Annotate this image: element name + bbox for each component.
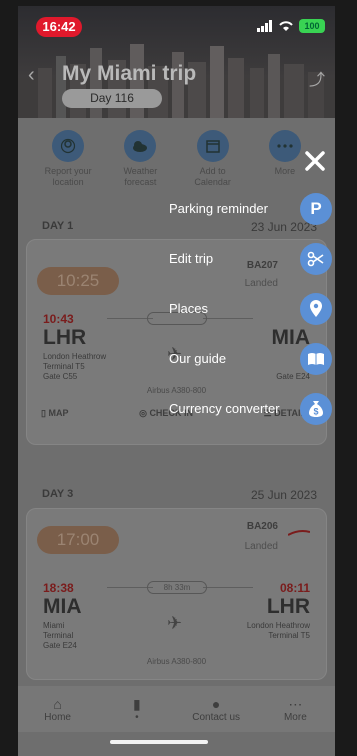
signal-icon: [257, 20, 272, 32]
menu-item-currency-converter[interactable]: Currency converter $: [0, 393, 357, 425]
close-icon: [305, 151, 325, 171]
book-icon: [300, 343, 332, 375]
flight-status: Landed: [244, 541, 278, 552]
back-chevron-icon[interactable]: ‹: [28, 64, 35, 87]
tab-label: Contact us: [192, 711, 241, 723]
location-report-icon: [52, 130, 85, 162]
flight-status: Landed: [244, 278, 278, 289]
menu-item-label: Our guide: [169, 351, 227, 366]
menu-item-label: Edit trip: [169, 251, 214, 266]
status-bar: 16:42 100: [18, 6, 335, 37]
day-3-date: 25 Jun 2023: [250, 488, 317, 502]
departure-time-pill: 17:00: [37, 526, 119, 554]
menu-item-parking-reminder[interactable]: Parking reminder P: [0, 193, 357, 225]
departure-airport-code: MIA: [43, 595, 82, 618]
trip-title: My Miami trip: [62, 62, 197, 85]
action-label: Weather forecast: [123, 166, 158, 187]
clock: 16:42: [36, 17, 82, 37]
trip-header: 16:42 100 ‹ My Miami trip ⤴ Day 116: [18, 6, 335, 118]
departure-airport-info: Miami Terminal Gate E24: [43, 621, 77, 651]
share-icon[interactable]: ⤴: [309, 66, 325, 90]
home-icon: ⌂: [53, 695, 62, 712]
arrival-airport-name: London Heathrow: [246, 621, 310, 630]
more-icon: ⋯: [288, 695, 303, 712]
calendar-icon: [196, 130, 229, 162]
actual-departure-time: 18:38: [43, 581, 74, 595]
route-line: [203, 587, 253, 588]
flight-card-2[interactable]: 17:00 BA206 Landed 18:38 08:11 8h 33m MI…: [26, 508, 327, 680]
money-bag-icon: $: [300, 393, 332, 425]
close-menu-button[interactable]: [299, 145, 331, 177]
active-tab-dot: •: [135, 711, 139, 723]
bottom-tab-bar: ⌂ Home ▮ • ● Contact us ⋯ More: [18, 686, 335, 732]
tab-trips[interactable]: ▮ •: [102, 696, 172, 723]
location-pin-icon: [300, 293, 332, 325]
parking-icon: P: [300, 193, 332, 225]
departure-gate: Gate E24: [43, 641, 77, 650]
action-label: Add to Calendar: [194, 166, 231, 187]
airline-logo-icon: [288, 530, 310, 536]
svg-text:$: $: [313, 407, 318, 417]
aircraft-type: Airbus A380-800: [146, 657, 207, 666]
menu-item-label: Parking reminder: [169, 201, 268, 216]
wifi-icon: [279, 21, 293, 31]
tab-label: Home: [44, 711, 71, 723]
actual-arrival-time: 08:11: [279, 581, 310, 595]
menu-item-our-guide[interactable]: Our guide: [0, 343, 357, 375]
departure-airport-name: Miami: [43, 621, 65, 630]
tab-contact[interactable]: ● Contact us: [181, 696, 251, 723]
scissors-icon: [300, 243, 332, 275]
flight-number: BA206: [246, 521, 278, 532]
duration-pill: 8h 33m: [147, 581, 207, 594]
menu-item-edit-trip[interactable]: Edit trip: [0, 243, 357, 275]
more-icon: [268, 130, 301, 162]
battery-indicator: 100: [299, 19, 325, 33]
menu-item-places[interactable]: Places: [0, 293, 357, 325]
arrival-terminal: Terminal T5: [268, 631, 310, 640]
weather-icon: [124, 130, 157, 162]
day-counter-badge: Day 116: [62, 89, 162, 108]
tab-home[interactable]: ⌂ Home: [23, 696, 93, 723]
airplane-icon: ✈: [167, 613, 183, 633]
arrival-airport-info: London Heathrow Terminal T5: [247, 621, 310, 641]
app-screen: 16:42 100 ‹ My Miami trip ⤴ Day 116 Repo…: [18, 6, 335, 756]
menu-item-label: Currency converter: [169, 401, 280, 416]
action-label: Report your location: [44, 166, 92, 187]
status-icons: 100: [257, 19, 325, 33]
tab-more[interactable]: ⋯ More: [260, 696, 330, 723]
home-indicator[interactable]: [110, 740, 208, 744]
departure-terminal: Terminal: [43, 631, 74, 640]
contact-icon: ●: [211, 695, 221, 712]
arrival-airport-code: LHR: [266, 595, 310, 618]
tab-label: More: [283, 711, 307, 723]
day-3-heading: DAY 3: [42, 488, 74, 500]
trips-icon: ▮: [133, 695, 141, 712]
menu-item-label: Places: [169, 301, 209, 316]
